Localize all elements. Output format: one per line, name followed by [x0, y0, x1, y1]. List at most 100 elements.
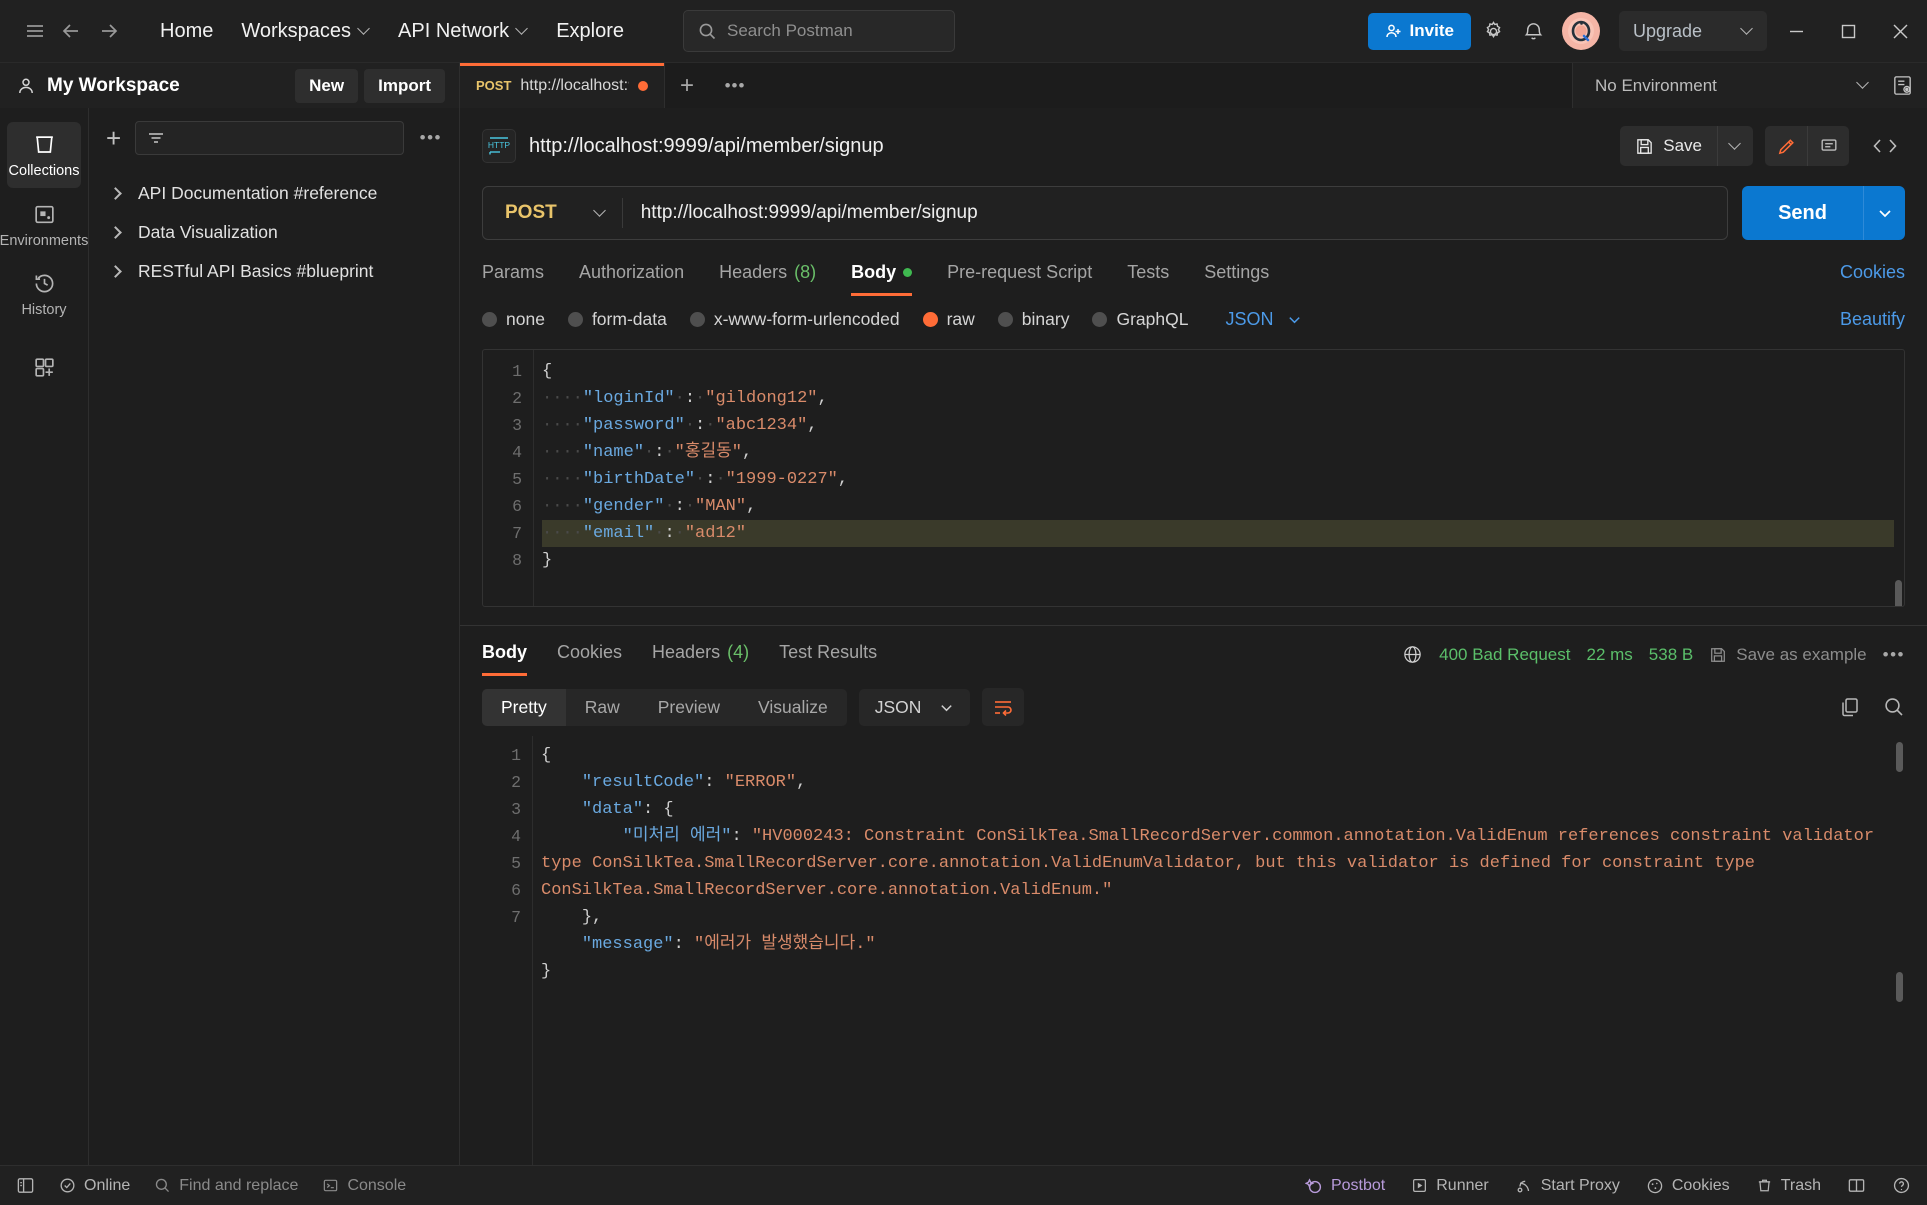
response-tab-body[interactable]: Body	[482, 642, 527, 676]
response-view-visualize[interactable]: Visualize	[739, 689, 847, 726]
postbot-button[interactable]: Postbot	[1304, 1177, 1385, 1195]
list-item[interactable]: RESTful API Basics #blueprint	[89, 252, 459, 291]
avatar[interactable]	[1561, 12, 1600, 50]
list-item[interactable]: Data Visualization	[89, 213, 459, 252]
tab-options-ellipsis-icon[interactable]: •••	[709, 63, 761, 108]
sidebar-item-collections[interactable]: Collections	[7, 122, 81, 188]
start-proxy-button[interactable]: Start Proxy	[1515, 1177, 1620, 1195]
sidebar-item-apps[interactable]	[7, 345, 81, 389]
sidebar-item-environments[interactable]: Environments	[0, 192, 88, 258]
nav-workspaces[interactable]: Workspaces	[227, 13, 384, 50]
response-tab-headers[interactable]: Headers (4)	[652, 642, 749, 676]
save-button[interactable]: Save	[1620, 126, 1717, 166]
response-body-editor[interactable]: 1234567 { "resultCode": "ERROR", "data":…	[482, 736, 1905, 1165]
request-body-code[interactable]: {····"loginId"·:·"gildong12", ····"passwo…	[533, 350, 1904, 606]
tab-pre-request-script[interactable]: Pre-request Script	[947, 262, 1092, 296]
body-type-none[interactable]: none	[482, 309, 545, 330]
word-wrap-icon[interactable]	[982, 688, 1025, 726]
help-circle-icon[interactable]	[1892, 1176, 1911, 1195]
play-icon	[1411, 1177, 1428, 1194]
request-header: HTTP http://localhost:9999/api/member/si…	[460, 108, 1927, 180]
find-and-replace-button[interactable]: Find and replace	[154, 1177, 298, 1195]
search-icon[interactable]	[1883, 696, 1905, 718]
nav-api-network[interactable]: API Network	[384, 13, 542, 50]
cookies-link[interactable]: Cookies	[1840, 262, 1905, 296]
console-button[interactable]: Console	[322, 1177, 406, 1195]
response-size: 538 B	[1648, 644, 1694, 664]
tab-tests[interactable]: Tests	[1127, 262, 1169, 296]
arrow-right-icon[interactable]	[92, 14, 126, 48]
response-tab-test-results[interactable]: Test Results	[779, 642, 877, 676]
response-format-selector[interactable]: JSON	[858, 688, 971, 726]
add-collection-plus-icon[interactable]: +	[102, 125, 125, 151]
tab-authorization[interactable]: Authorization	[579, 262, 684, 296]
body-type-graphql[interactable]: GraphQL	[1092, 309, 1188, 330]
list-item[interactable]: API Documentation #reference	[89, 174, 459, 213]
maximize-icon[interactable]	[1825, 8, 1871, 54]
runner-button[interactable]: Runner	[1411, 1177, 1489, 1195]
copy-icon[interactable]	[1839, 696, 1861, 718]
response-more-ellipsis-icon[interactable]: •••	[1883, 645, 1905, 665]
minimize-icon[interactable]	[1773, 8, 1819, 54]
response-body-code[interactable]: { "resultCode": "ERROR", "data": { "미처리 …	[532, 736, 1905, 1165]
new-tab-plus-icon[interactable]: +	[665, 63, 709, 108]
sidebar-item-history[interactable]: History	[7, 261, 81, 327]
new-button[interactable]: New	[295, 68, 359, 103]
send-options-chevron-down-icon[interactable]	[1863, 186, 1905, 240]
comment-icon[interactable]	[1807, 126, 1849, 166]
scrollbar-vertical-thumb[interactable]	[1896, 972, 1903, 1002]
response-pane: Body Cookies Headers (4) Test Results 40…	[460, 625, 1927, 1165]
collections-filter-box[interactable]	[135, 121, 404, 155]
invite-button[interactable]: Invite	[1367, 12, 1471, 50]
body-type-raw[interactable]: raw	[922, 309, 975, 330]
environment-quick-look-icon[interactable]	[1885, 69, 1919, 103]
tab-body-label: Body	[851, 262, 897, 282]
scrollbar-vertical[interactable]	[1895, 580, 1902, 606]
body-type-form-data[interactable]: form-data	[567, 309, 667, 330]
find-and-replace-label: Find and replace	[179, 1176, 299, 1194]
body-type-urlencoded[interactable]: x-www-form-urlencoded	[689, 309, 900, 330]
response-tab-cookies[interactable]: Cookies	[557, 642, 622, 676]
layout-icon[interactable]	[1847, 1176, 1866, 1195]
trash-button[interactable]: Trash	[1756, 1177, 1821, 1195]
sidebar-toggle-icon[interactable]	[16, 1176, 35, 1195]
nav-home[interactable]: Home	[146, 13, 227, 50]
nav-explore[interactable]: Explore	[542, 13, 638, 50]
url-input[interactable]	[622, 202, 1728, 224]
request-tab[interactable]: POST http://localhost:9999/	[460, 63, 665, 108]
bell-icon[interactable]	[1517, 14, 1551, 48]
code-brackets-icon[interactable]	[1865, 126, 1905, 166]
collections-more-ellipsis-icon[interactable]: •••	[414, 128, 448, 148]
request-body-editor[interactable]: 12345678 {····"loginId"·:·"gildong12", ··…	[482, 349, 1905, 607]
status-bar-right: Postbot Runner Start Proxy Cookies Trash	[1304, 1176, 1911, 1195]
upgrade-button[interactable]: Upgrade	[1618, 11, 1767, 51]
search-bar[interactable]	[683, 10, 955, 52]
close-icon[interactable]	[1877, 8, 1923, 54]
response-view-raw[interactable]: Raw	[566, 689, 639, 726]
tab-params[interactable]: Params	[482, 262, 544, 296]
tab-body[interactable]: Body	[851, 262, 913, 296]
import-button[interactable]: Import	[364, 68, 445, 103]
response-header: Body Cookies Headers (4) Test Results 40…	[460, 626, 1927, 676]
response-view-preview[interactable]: Preview	[639, 689, 739, 726]
environment-selector[interactable]: No Environment	[1595, 76, 1875, 96]
tab-headers[interactable]: Headers (8)	[719, 262, 816, 296]
send-button[interactable]: Send	[1742, 186, 1863, 240]
arrow-left-icon[interactable]	[54, 14, 88, 48]
search-input[interactable]	[727, 21, 940, 41]
status-online[interactable]: Online	[59, 1177, 130, 1195]
hamburger-icon[interactable]	[18, 14, 52, 48]
scrollbar-vertical[interactable]	[1896, 742, 1903, 772]
body-type-binary[interactable]: binary	[997, 309, 1069, 330]
cookies-button[interactable]: Cookies	[1646, 1177, 1730, 1195]
http-method-selector[interactable]: POST	[483, 198, 623, 228]
tab-settings[interactable]: Settings	[1204, 262, 1269, 296]
beautify-link[interactable]: Beautify	[1840, 309, 1905, 330]
body-type-none-label: none	[506, 309, 545, 329]
gear-icon[interactable]	[1477, 14, 1511, 48]
save-as-example-button[interactable]: Save as example	[1709, 645, 1867, 665]
raw-format-selector[interactable]: JSON	[1225, 309, 1302, 330]
response-view-pretty[interactable]: Pretty	[482, 688, 566, 726]
pencil-icon[interactable]	[1765, 126, 1807, 166]
save-options-chevron-down-icon[interactable]	[1717, 126, 1753, 166]
